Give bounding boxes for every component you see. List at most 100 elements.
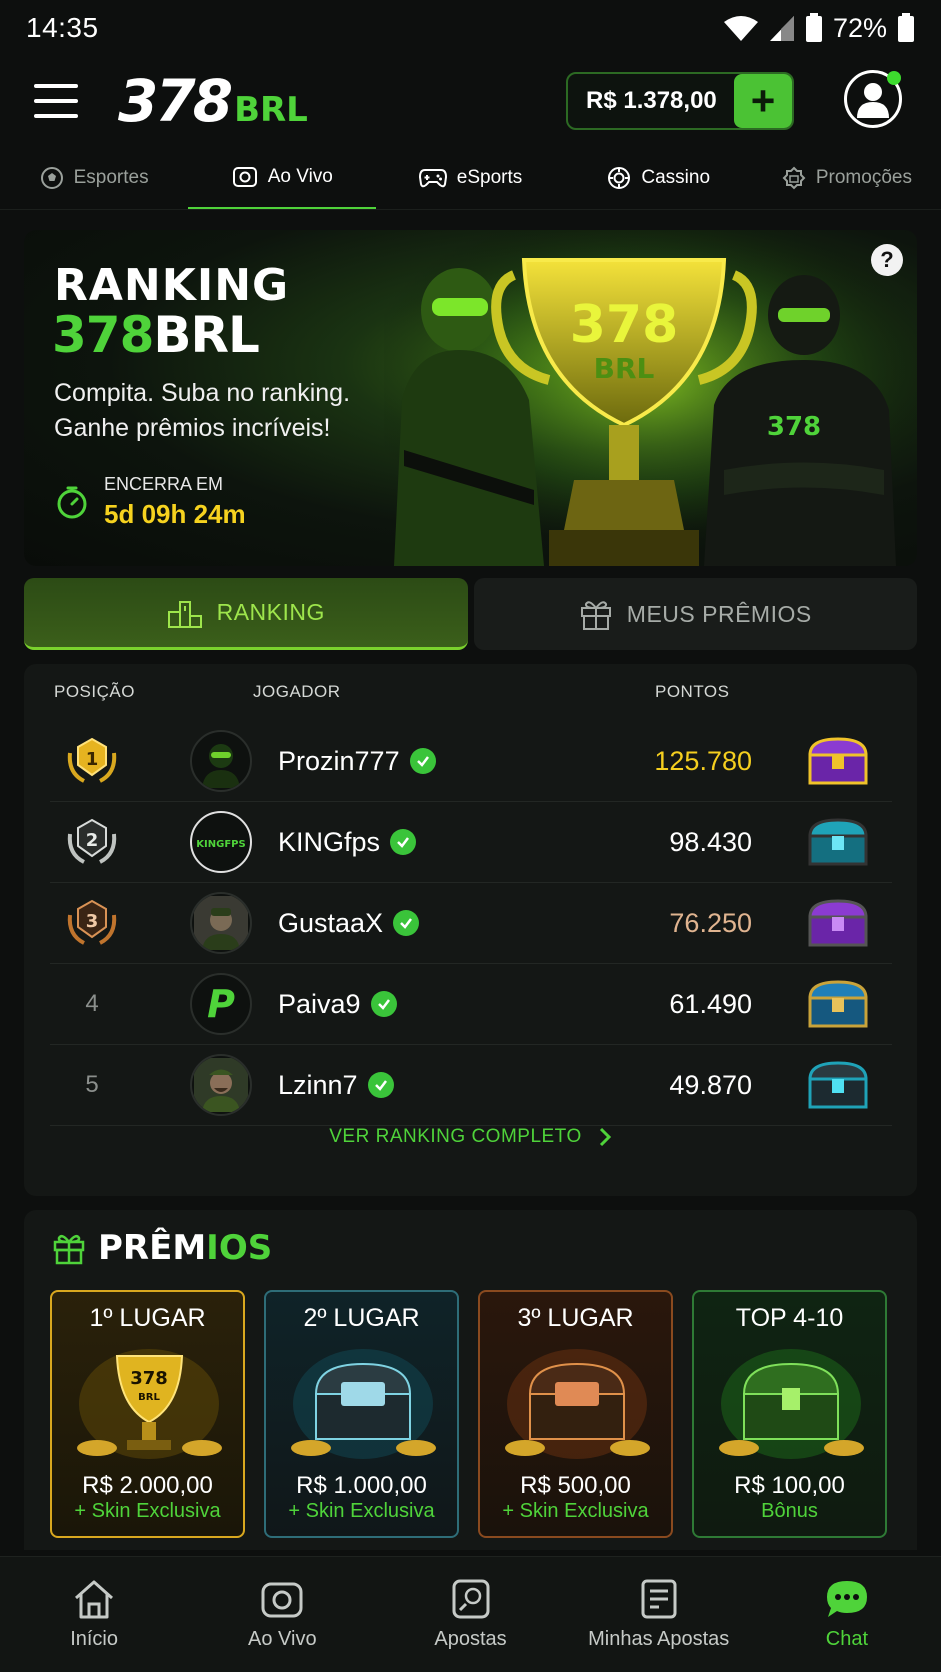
tab-promocoes[interactable]: Promoções	[753, 146, 941, 209]
ranking-banner[interactable]: 378 378 BRL RANKING 378BRL Compita. Suba…	[24, 230, 917, 566]
treasure-chest-blue-icon	[808, 980, 868, 1028]
help-icon[interactable]: ?	[871, 244, 903, 276]
status-time: 14:35	[26, 12, 99, 43]
prize-card-second[interactable]: 2º LUGAR R$ 1.000,00 + Skin Exclusiva	[264, 1290, 459, 1538]
green-chest-icon	[719, 1349, 864, 1459]
balance-amount: R$ 1.378,00	[586, 87, 717, 114]
bet-ticket-icon	[452, 1579, 489, 1619]
banner-subtitle: Compita. Suba no ranking. Ganhe prêmios …	[54, 379, 351, 442]
main-nav-tabs: Esportes Ao Vivo eSports Cassino Promoçõ…	[0, 146, 941, 210]
player-name-text: Prozin777	[278, 745, 400, 776]
profile-avatar-button[interactable]	[844, 70, 902, 128]
bottom-nav-minhas-apostas-label: Minhas Apostas	[588, 1628, 730, 1650]
ranking-table-header: POSIÇÃO JOGADOR PONTOS	[24, 664, 917, 720]
prize-title: 3º LUGAR	[517, 1304, 634, 1332]
avatar: P	[190, 973, 252, 1035]
signal-icon	[769, 16, 794, 41]
rank-position: 4	[85, 990, 99, 1017]
prizes-title: PRÊMIOS	[52, 1228, 272, 1268]
logo[interactable]: 378 BRL	[118, 67, 308, 135]
verified-check-icon	[409, 748, 436, 774]
verified-check-icon	[393, 910, 420, 936]
prize-extra: + Skin Exclusiva	[288, 1500, 435, 1522]
bottom-nav-apostas[interactable]: Apostas	[376, 1557, 564, 1672]
tab-ranking[interactable]: RANKING	[24, 578, 468, 650]
rank-position: 2	[86, 830, 99, 851]
hamburger-menu-icon[interactable]	[34, 84, 78, 118]
player-points: 125.780	[654, 745, 752, 776]
prize-title: 1º LUGAR	[89, 1304, 206, 1332]
prize-extra: + Skin Exclusiva	[74, 1500, 221, 1522]
tab-cassino[interactable]: Cassino	[565, 146, 753, 209]
rank-position: 5	[85, 1071, 99, 1098]
chevron-right-icon	[599, 1127, 611, 1147]
banner-artwork: 378 378 BRL	[384, 230, 917, 566]
logo-suffix: BRL	[234, 90, 308, 130]
bottom-nav-chat[interactable]: Chat	[753, 1557, 941, 1672]
prize-card-top10[interactable]: TOP 4-10 R$ 100,00 Bônus	[692, 1290, 887, 1538]
tab-esports[interactable]: eSports	[376, 146, 564, 209]
battery-icon-left	[805, 13, 822, 42]
tab-meus-premios[interactable]: MEUS PRÊMIOS	[473, 578, 917, 650]
live-camera-icon	[261, 1582, 303, 1618]
countdown-timer: ENCERRA EM 5d 09h 24m	[54, 474, 246, 530]
casino-chip-icon	[608, 166, 631, 189]
avatar	[190, 730, 252, 792]
player-points: 49.870	[669, 1069, 752, 1100]
gift-icon	[580, 601, 611, 630]
tab-ao-vivo[interactable]: Ao Vivo	[188, 146, 377, 209]
bottom-nav-inicio-label: Início	[70, 1628, 118, 1650]
verified-check-icon	[390, 829, 417, 855]
chat-icon	[826, 1581, 867, 1617]
prizes-title-b: IOS	[206, 1228, 273, 1268]
gift-badge-icon	[782, 166, 806, 189]
banner-title: RANKING	[54, 260, 290, 311]
bottom-nav-ao-vivo[interactable]: Ao Vivo	[188, 1557, 376, 1672]
ranking-row[interactable]: 1 Prozin777 125.780	[50, 721, 892, 802]
prize-extra: Bônus	[761, 1500, 818, 1522]
bottom-nav-apostas-label: Apostas	[434, 1628, 507, 1650]
player-name-text: Paiva9	[278, 988, 361, 1019]
ranking-row[interactable]: 2 KINGFPS KINGfps 98.430	[50, 802, 892, 883]
trophy-brl: BRL	[594, 352, 655, 385]
tab-esportes[interactable]: Esportes	[0, 146, 188, 209]
online-status-dot	[887, 71, 901, 85]
tab-esports-label: eSports	[456, 166, 523, 188]
verified-check-icon	[367, 1072, 394, 1098]
column-position: POSIÇÃO	[54, 682, 135, 701]
banner-title-brand: 378BRL	[52, 306, 260, 364]
tab-ao-vivo-label: Ao Vivo	[267, 165, 333, 187]
stopwatch-icon	[57, 486, 87, 519]
player-points: 76.250	[669, 907, 752, 938]
tab-ranking-label: RANKING	[216, 599, 325, 625]
prize-card-third[interactable]: 3º LUGAR R$ 500,00 + Skin Exclusiva	[478, 1290, 673, 1538]
ranking-row[interactable]: 4 P Paiva9 61.490	[50, 964, 892, 1045]
player-name-text: KINGfps	[278, 826, 381, 857]
rank-position: 1	[86, 749, 99, 770]
rank-position: 3	[86, 911, 99, 932]
balance-widget[interactable]: R$ 1.378,00 +	[566, 72, 794, 130]
deposit-add-button[interactable]: +	[734, 74, 792, 128]
soccer-ball-icon	[40, 166, 63, 189]
status-icons: 72%	[723, 13, 915, 44]
shirt-text: 378	[767, 412, 821, 442]
podium-icon	[167, 600, 202, 628]
prize-card-first[interactable]: 1º LUGAR 378 BRL R$ 2.000,00 + Skin Excl…	[50, 1290, 245, 1538]
ranking-row[interactable]: 3 GustaaX 76.250	[50, 883, 892, 964]
bottom-nav-minhas-apostas[interactable]: Minhas Apostas	[565, 1557, 753, 1672]
trophy-number: 378	[570, 295, 679, 355]
timer-label: ENCERRA EM	[104, 474, 224, 494]
player-name: Prozin777	[278, 746, 436, 777]
treasure-chest-teal-icon	[808, 818, 868, 866]
player-name: Paiva9	[278, 989, 397, 1020]
avatar: KINGFPS	[190, 811, 252, 873]
live-camera-icon	[232, 166, 257, 187]
avatar	[190, 892, 252, 954]
prize-amount: R$ 500,00	[520, 1472, 631, 1499]
ranking-row[interactable]: 5 Lzinn7 49.870	[50, 1045, 892, 1126]
bottom-nav-inicio[interactable]: Início	[0, 1557, 188, 1672]
treasure-chest-teal-icon	[808, 1061, 868, 1109]
ranking-table: POSIÇÃO JOGADOR PONTOS 1 Prozin777 125.7…	[24, 664, 917, 1196]
see-full-ranking-link[interactable]: VER RANKING COMPLETO	[24, 1126, 917, 1148]
column-player: JOGADOR	[253, 682, 341, 701]
